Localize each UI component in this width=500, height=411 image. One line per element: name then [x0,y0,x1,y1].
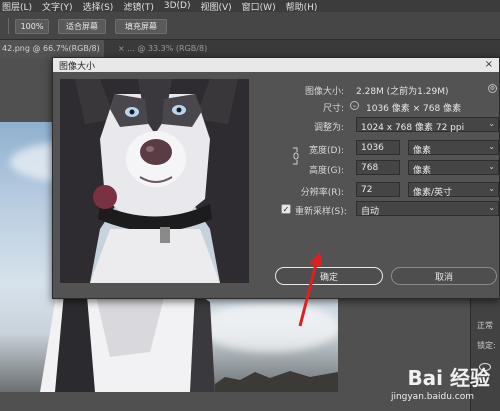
menu-view[interactable]: 视图(V) [200,0,231,13]
menu-type[interactable]: 文字(Y) [42,0,73,13]
width-unit-value: 像素 [413,146,432,156]
dimensions-value: 1036 像素 × 768 像素 [366,104,462,114]
document-tab-inactive[interactable]: × ... @ 33.3% (RGB/8) [118,40,207,58]
image-size-value: 2.28M (之前为1.29M) [356,87,449,97]
menu-layer[interactable]: 图层(L) [2,0,32,13]
watermark-url: jingyan.baidu.com [390,392,474,402]
fit-to-value: 1024 x 768 像素 72 ppi [361,123,465,133]
ok-button[interactable]: 确定 [275,267,383,285]
menu-select[interactable]: 选择(S) [83,0,114,13]
document-tab-title: 42.png @ 66.7%(RGB/8) [2,44,100,53]
image-size-dialog: 图像大小 × 图像大小: 2.28M (之前为1.29M) ⚙ 尺寸: ⌄ 10… [52,57,500,299]
resolution-unit-value: 像素/英寸 [413,188,453,198]
resample-label: 重新采样(S): [295,207,347,217]
lock-label: 锁定: [477,341,496,350]
resolution-unit-select[interactable]: 像素/英寸 ⌄ [408,182,499,198]
chain-link-icon[interactable] [291,145,301,167]
menu-window[interactable]: 窗口(W) [242,0,276,13]
height-field[interactable] [356,160,400,175]
watermark-logo-text: Bai 经验 [407,366,490,390]
zoom-100-button[interactable]: 100% [15,19,49,34]
options-bar: 100% 适合屏幕 填充屏幕 [0,12,500,40]
dimensions-label: 尺寸: [322,104,344,114]
height-label: 高度(G): [308,166,344,176]
fit-screen-button[interactable]: 适合屏幕 [58,19,106,34]
settings-gear-icon[interactable]: ⚙ [488,84,497,93]
document-tab-active[interactable]: 42.png @ 66.7%(RGB/8)× [0,40,104,58]
chevron-down-icon: ⌄ [488,142,495,151]
resolution-field[interactable] [356,182,400,197]
width-unit-select[interactable]: 像素 ⌄ [408,140,499,156]
close-icon[interactable]: × [485,59,493,70]
image-size-label: 图像大小: [304,87,344,97]
menu-filter[interactable]: 滤镜(T) [123,0,154,13]
menu-bar: 图层(L) 文字(Y) 选择(S) 滤镜(T) 3D(D) 视图(V) 窗口(W… [0,0,500,13]
resolution-label: 分辨率(R): [300,188,344,198]
chevron-down-icon: ⌄ [488,184,495,193]
blend-mode-label[interactable]: 正常 [477,320,493,331]
watermark-logo: Bai 经验 [407,362,490,391]
height-unit-select[interactable]: 像素 ⌄ [408,160,499,176]
fit-to-select[interactable]: 1024 x 768 像素 72 ppi ⌄ [356,117,499,133]
fit-to-label: 调整为: [313,123,344,133]
image-preview[interactable] [60,79,249,283]
dialog-title-bar: 图像大小 × [53,58,499,72]
options-separator [8,18,9,34]
chevron-down-icon: ⌄ [488,119,495,128]
chevron-down-icon: ⌄ [488,162,495,171]
width-field[interactable] [356,140,400,155]
dimensions-dropdown-icon[interactable]: ⌄ [350,101,359,110]
height-unit-value: 像素 [413,166,432,176]
dialog-title: 图像大小 [59,62,96,72]
chevron-down-icon: ⌄ [488,203,495,212]
resample-checkbox[interactable]: ✓ [281,204,291,214]
fill-screen-button[interactable]: 填充屏幕 [115,19,167,34]
cancel-button[interactable]: 取消 [391,267,497,285]
resample-select[interactable]: 自动 ⌄ [356,201,499,217]
resample-value: 自动 [361,207,380,217]
menu-help[interactable]: 帮助(H) [286,0,318,13]
annotation-arrow-icon [298,252,322,327]
document-tab-row: 42.png @ 66.7%(RGB/8)× × ... @ 33.3% (RG… [0,40,500,58]
menu-3d[interactable]: 3D(D) [164,1,191,11]
width-label: 宽度(D): [309,146,344,156]
close-icon[interactable]: × [103,44,104,53]
